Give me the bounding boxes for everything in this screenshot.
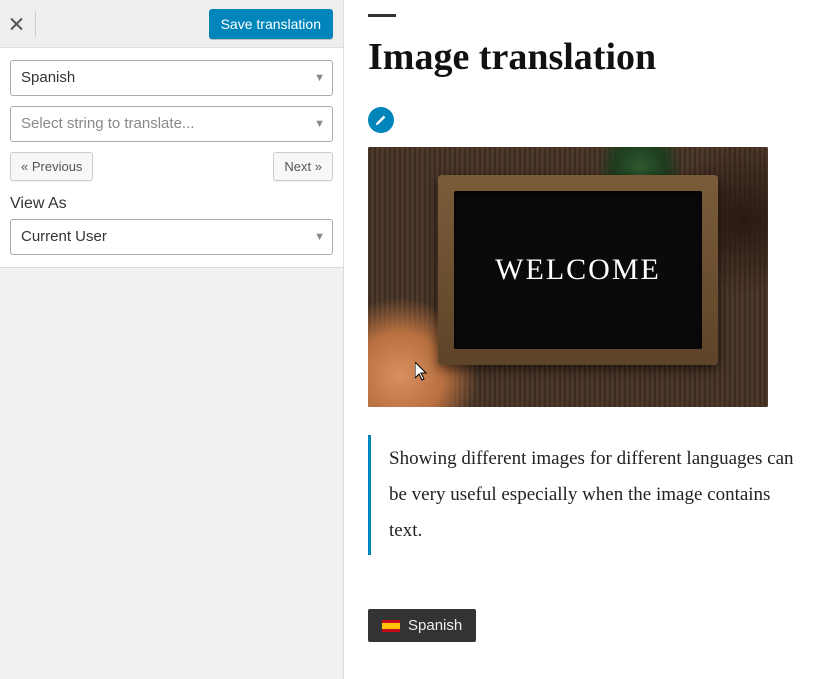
page-title: Image translation	[368, 35, 811, 79]
edit-button[interactable]	[368, 107, 394, 133]
chalkboard-text: WELCOME	[495, 253, 661, 287]
chalkboard-frame: WELCOME	[438, 175, 718, 365]
sidebar-topbar: Save translation	[0, 0, 343, 48]
hero-image: WELCOME	[368, 147, 768, 407]
chalkboard: WELCOME	[454, 191, 702, 349]
previous-button[interactable]: « Previous	[10, 152, 93, 181]
save-translation-button[interactable]: Save translation	[209, 9, 333, 39]
flag-es-icon	[382, 620, 400, 632]
divider	[368, 14, 396, 17]
sidebar-controls: Spanish ▼ Select string to translate... …	[0, 48, 343, 268]
description-quote: Showing different images for different l…	[368, 435, 802, 555]
view-as-select[interactable]: Current User	[10, 219, 333, 255]
close-icon	[10, 16, 23, 32]
nav-row: « Previous Next »	[10, 152, 333, 181]
pencil-icon	[374, 113, 388, 127]
view-as-select-wrap: Current User ▼	[10, 219, 333, 255]
close-button[interactable]	[10, 11, 36, 37]
language-select[interactable]: Spanish	[10, 60, 333, 96]
preview-pane: Image translation WELCOME Showing differ…	[344, 0, 835, 679]
editor-sidebar: Save translation Spanish ▼ Select string…	[0, 0, 344, 679]
view-as-label: View As	[10, 195, 333, 213]
language-switcher-label: Spanish	[408, 617, 462, 634]
string-select[interactable]: Select string to translate...	[10, 106, 333, 142]
language-select-wrap: Spanish ▼	[10, 60, 333, 96]
language-switcher[interactable]: Spanish	[368, 609, 476, 642]
string-select-wrap: Select string to translate... ▼	[10, 106, 333, 142]
next-button[interactable]: Next »	[273, 152, 333, 181]
